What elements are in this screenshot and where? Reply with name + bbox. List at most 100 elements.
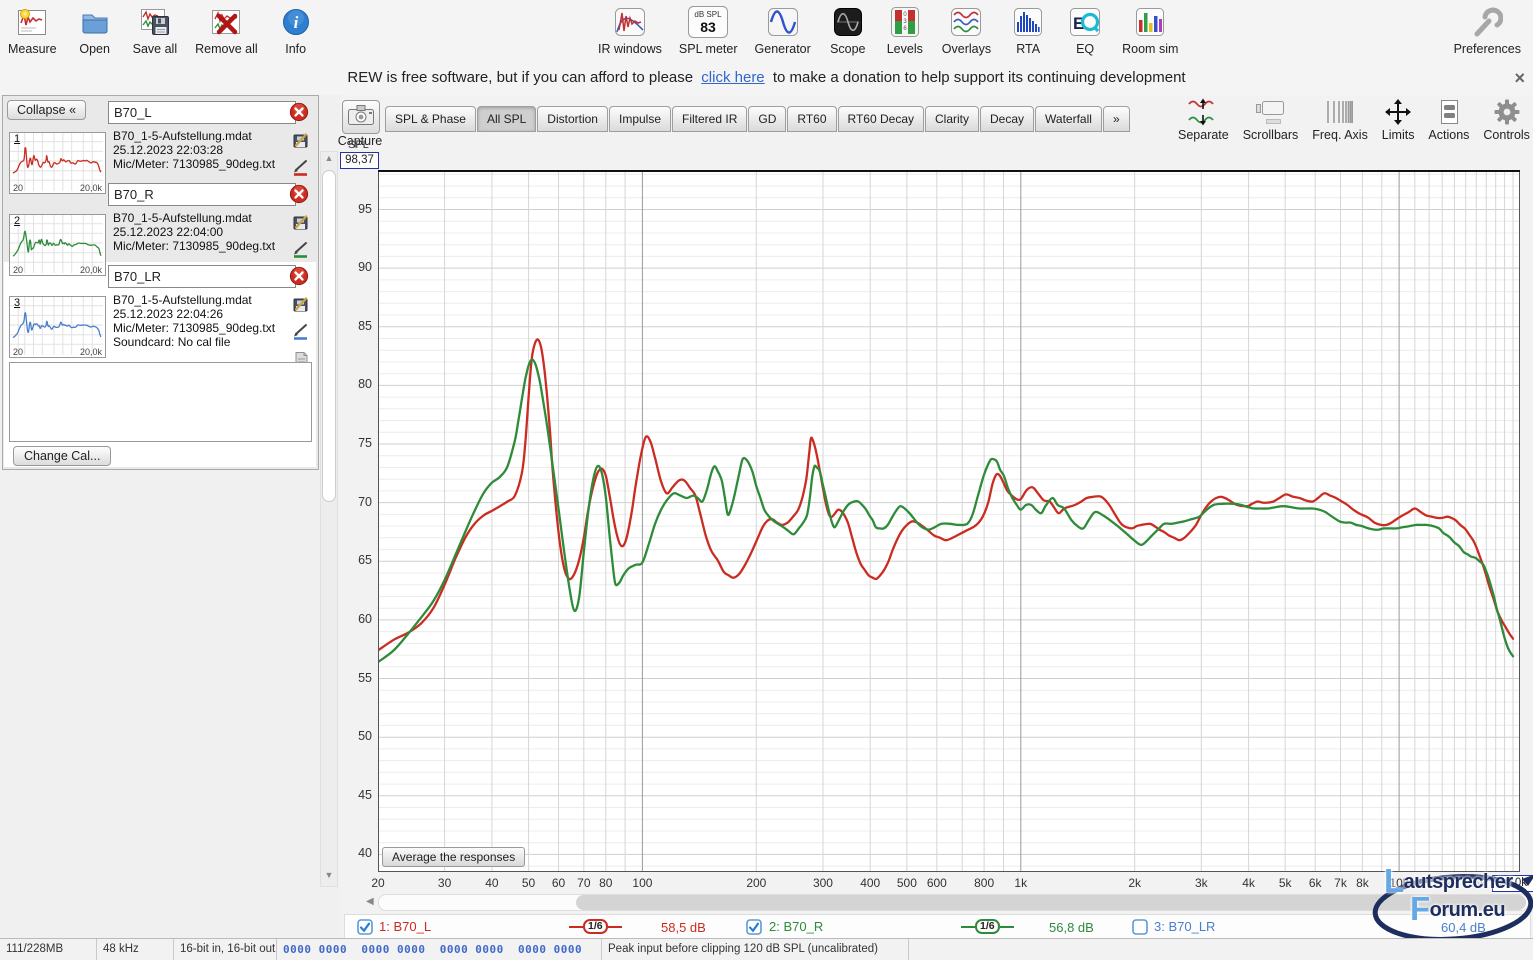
- toolbar-button-label: RTA: [1016, 42, 1040, 56]
- x-tick-label: 2k: [1113, 876, 1157, 890]
- tab-spl-phase[interactable]: SPL & Phase: [385, 106, 476, 132]
- tabs-overflow-button[interactable]: »: [1103, 106, 1130, 132]
- delete-measurement-icon[interactable]: [289, 102, 309, 122]
- donation-text-before: REW is free software, but if you can aff…: [347, 69, 693, 86]
- delete-measurement-icon[interactable]: [289, 184, 309, 204]
- trace-color-icon[interactable]: [292, 241, 312, 264]
- sidebar-scroll-thumb[interactable]: [322, 170, 336, 502]
- measurement-thumbnail[interactable]: 22020,0k: [9, 214, 106, 276]
- toolbar-button-info[interactable]: iInfo: [276, 4, 316, 56]
- tab-filtered-ir[interactable]: Filtered IR: [672, 106, 747, 132]
- measurement-notes-area[interactable]: [9, 362, 312, 442]
- graph-button-scrollbars[interactable]: Scrollbars: [1243, 97, 1299, 142]
- tab-decay[interactable]: Decay: [980, 106, 1034, 132]
- tab-rt60-decay[interactable]: RT60 Decay: [838, 106, 924, 132]
- graph-button-freq-axis[interactable]: Freq. Axis: [1312, 97, 1368, 142]
- tab-waterfall[interactable]: Waterfall: [1035, 106, 1102, 132]
- y-tick-label: 85: [344, 319, 372, 333]
- toolbar-button-generator[interactable]: Generator: [755, 4, 811, 56]
- thumbnail-xmax-label: 20,0k: [80, 183, 102, 193]
- trace-checkbox[interactable]: [746, 919, 762, 935]
- measurement-thumbnail[interactable]: 32020,0k: [9, 296, 106, 358]
- trace-color-icon[interactable]: [292, 159, 312, 182]
- tab-impulse[interactable]: Impulse: [609, 106, 671, 132]
- thumbnail-xmax-label: 20,0k: [80, 347, 102, 357]
- hscroll-left-icon[interactable]: ◀: [366, 896, 374, 907]
- open-icon: [79, 4, 111, 40]
- measurement-name-field[interactable]: B70_R: [108, 183, 296, 206]
- measurement-thumbnail[interactable]: 12020,0k: [9, 132, 106, 194]
- trace-color-icon[interactable]: [292, 323, 312, 346]
- x-tick-label: 20: [356, 876, 400, 890]
- toolbar-button-eq[interactable]: EEQ: [1065, 4, 1105, 56]
- toolbar-button-measure[interactable]: Measure: [8, 4, 57, 56]
- toolbar-button-ir-windows[interactable]: IR windows: [598, 4, 662, 56]
- graph-button-separate[interactable]: Separate: [1178, 97, 1229, 142]
- ir-windows-icon: [613, 4, 647, 40]
- trace-checkbox[interactable]: [1132, 919, 1148, 935]
- toolbar-left: Measure Open Save all Remove all iInfo: [8, 4, 316, 56]
- graph-tabs: SPL & PhaseAll SPLDistortionImpulseFilte…: [385, 106, 1130, 132]
- measurement-soundcard: Soundcard: No cal file: [113, 335, 291, 349]
- toolbar-button-open[interactable]: Open: [75, 4, 115, 56]
- scroll-up-icon[interactable]: ▲: [321, 153, 337, 163]
- toolbar-button-spl-meter[interactable]: dB SPL83SPL meter: [679, 4, 738, 56]
- measure-icon: [16, 4, 48, 40]
- x-tick-label: 200: [734, 876, 778, 890]
- graph-button-label: Scrollbars: [1243, 128, 1299, 142]
- measurement-actions: [292, 131, 312, 182]
- toolbar-button-overlays[interactable]: Overlays: [942, 4, 991, 56]
- tab-clarity[interactable]: Clarity: [925, 106, 979, 132]
- room-sim-icon: [1134, 4, 1166, 40]
- spl-chart[interactable]: [378, 170, 1520, 872]
- toolbar-button-label: SPL meter: [679, 42, 738, 56]
- tab-rt60[interactable]: RT60: [787, 106, 836, 132]
- camera-icon: [346, 102, 376, 133]
- x-axis-max-field[interactable]: 20,0k: [1492, 875, 1533, 892]
- status-memory: 111/228MB: [0, 939, 97, 960]
- graph-button-actions[interactable]: Actions: [1428, 97, 1469, 142]
- tab-distortion[interactable]: Distortion: [537, 106, 608, 132]
- collapse-button[interactable]: Collapse «: [7, 100, 86, 120]
- trace-save-icon[interactable]: [292, 131, 312, 154]
- measurement-name-field[interactable]: B70_LR: [108, 265, 296, 288]
- trace-save-icon[interactable]: [292, 213, 312, 236]
- x-tick-label: 1k: [999, 876, 1043, 890]
- measurement-name-field[interactable]: B70_L: [108, 101, 296, 124]
- graph-button-limits[interactable]: Limits: [1382, 97, 1415, 142]
- thumbnail-xmin-label: 20: [13, 265, 23, 275]
- trace-label[interactable]: 1: B70_L: [379, 919, 431, 934]
- overlays-icon: [949, 4, 983, 40]
- toolbar-button-save-all[interactable]: Save all: [133, 4, 177, 56]
- toolbar-button-room-sim[interactable]: Room sim: [1122, 4, 1178, 56]
- average-responses-button[interactable]: Average the responses: [382, 847, 525, 867]
- trace-save-icon[interactable]: [292, 295, 312, 318]
- trace-label[interactable]: 2: B70_R: [769, 919, 823, 934]
- sidebar-scrollbar[interactable]: ▲ ▼: [320, 151, 338, 887]
- toolbar-button-scope[interactable]: Scope: [828, 4, 868, 56]
- chart-scroll-thumb[interactable]: [576, 895, 1526, 910]
- limits-icon: [1382, 97, 1414, 127]
- banner-close-icon[interactable]: ×: [1514, 62, 1525, 94]
- toolbar-button-levels[interactable]: 036Levels: [885, 4, 925, 56]
- smoothing-badge[interactable]: 1/6: [569, 919, 622, 934]
- tab-gd[interactable]: GD: [748, 106, 786, 132]
- graph-button-controls[interactable]: Controls: [1483, 97, 1530, 142]
- measurement-date: 25.12.2023 22:04:00: [113, 225, 291, 239]
- change-cal-button[interactable]: Change Cal...: [13, 446, 111, 466]
- scroll-down-icon[interactable]: ▼: [321, 870, 337, 880]
- toolbar-button-rta[interactable]: RTA: [1008, 4, 1048, 56]
- measurement-file: B70_1-5-Aufstellung.mdat: [113, 129, 291, 143]
- toolbar-button-remove-all[interactable]: Remove all: [195, 4, 258, 56]
- x-tick-label: 100: [620, 876, 664, 890]
- capture-button[interactable]: [342, 100, 380, 134]
- tab-all-spl[interactable]: All SPL: [477, 106, 536, 132]
- trace-label[interactable]: 3: B70_LR: [1154, 919, 1215, 934]
- chart-horizontal-scrollbar[interactable]: [378, 894, 1529, 911]
- trace-checkbox[interactable]: [357, 919, 373, 935]
- smoothing-badge[interactable]: 1/6: [961, 919, 1014, 934]
- delete-measurement-icon[interactable]: [289, 266, 309, 286]
- donation-link[interactable]: click here: [701, 69, 764, 86]
- y-axis-max-field[interactable]: 98,37: [340, 152, 379, 169]
- toolbar-button-preferences[interactable]: Preferences: [1454, 4, 1521, 56]
